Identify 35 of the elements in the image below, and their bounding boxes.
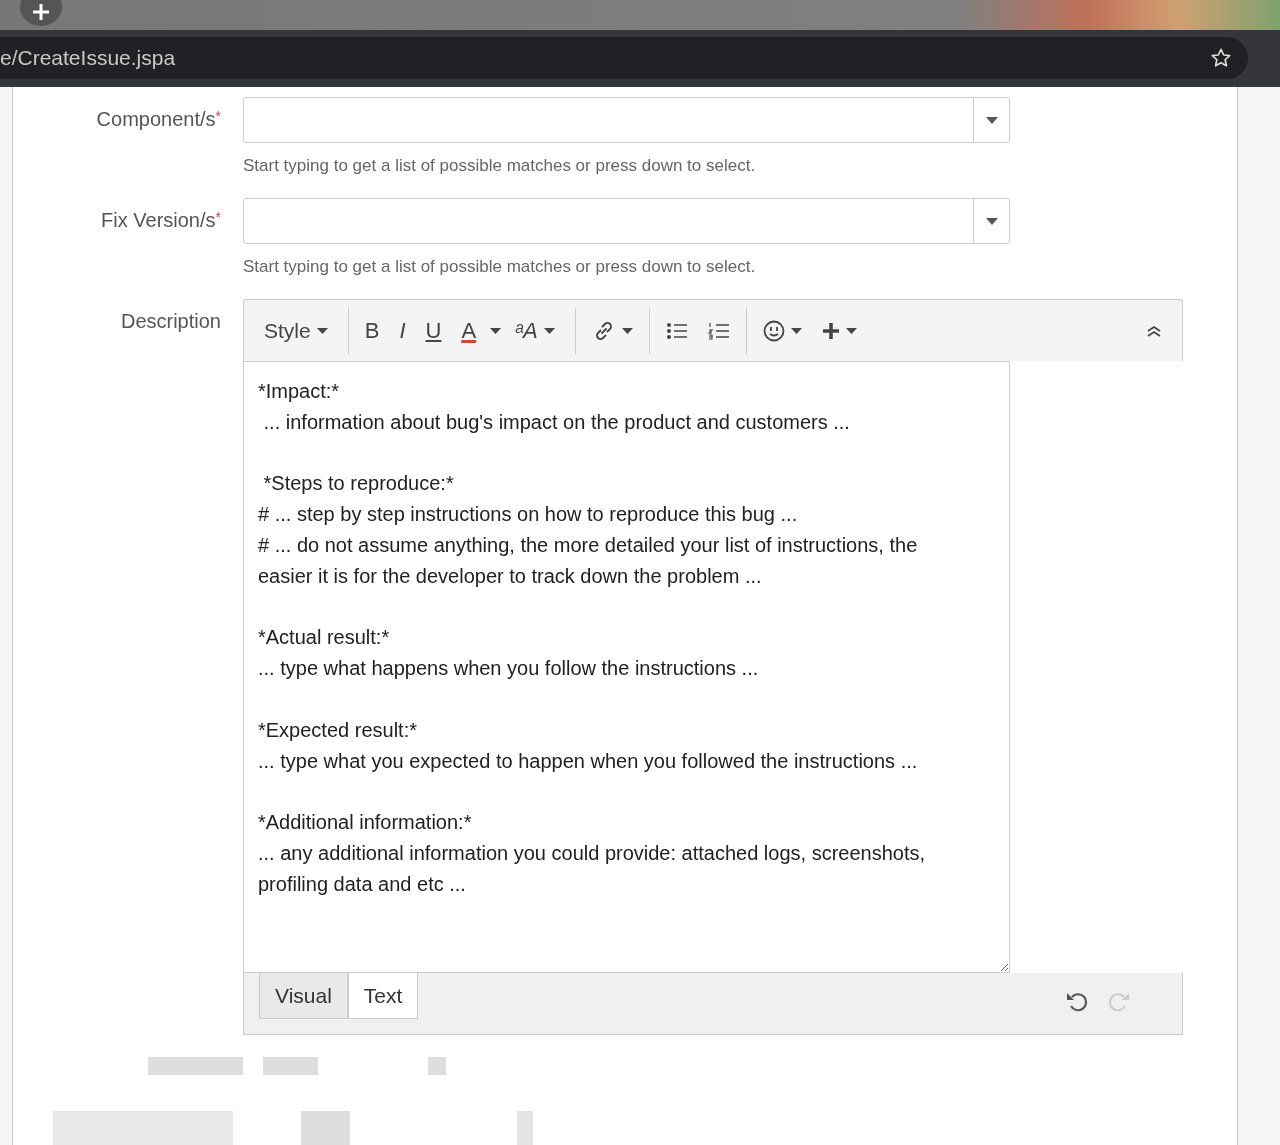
- bullet-list-icon: [665, 321, 688, 340]
- plus-icon: [31, 2, 51, 22]
- required-asterisk: *: [215, 209, 221, 225]
- text-size-dropdown[interactable]: ᵃA: [505, 310, 565, 351]
- plus-icon: [821, 321, 840, 340]
- caret-icon: [316, 327, 328, 334]
- italic-button[interactable]: I: [389, 310, 416, 351]
- url-text: e/CreateIssue.jspa: [0, 46, 177, 70]
- caret-icon: [790, 327, 802, 334]
- field-label: Description: [120, 310, 221, 332]
- select-field[interactable]: [243, 198, 1010, 244]
- caret-icon: [985, 116, 998, 124]
- address-bar[interactable]: e/CreateIssue.jspa: [0, 37, 1248, 79]
- field-hint: Start typing to get a list of possible matches or press down to select.: [243, 257, 757, 277]
- underline-button[interactable]: U: [415, 310, 452, 351]
- caret-icon: [985, 217, 998, 225]
- smiley-icon: [762, 319, 785, 342]
- description-field[interactable]: *Impact:* ... information about bug's impact on the product and customers ... *Steps to reproduce:* # ... step by step instructions on how to reproduce this bug ... # ... do not assume anything, the more detailed your list of instructions, the easier it is for the developer to track down the problem ... *Actual result:* ... type what happens when you follow the instructions ... *Expected result:* ... type what you expected to happen when you followed the instructions ... *Additional information:* ... any additional information you could provide: attached logs, screenshots, profiling data and etc ...: [243, 361, 1010, 973]
- required-asterisk: *: [215, 108, 221, 124]
- text-color-button[interactable]: A: [451, 310, 487, 351]
- mode-tab[interactable]: Visual: [259, 973, 348, 1019]
- bold-button[interactable]: B: [354, 310, 390, 351]
- field-label: Fix Version/s: [101, 209, 216, 231]
- caret-icon: [621, 327, 633, 334]
- caret-icon: [490, 327, 502, 334]
- field-label: Component/s: [96, 108, 216, 130]
- bookmark-star-icon[interactable]: [1210, 47, 1232, 69]
- double-chevron-up-icon: [1146, 324, 1162, 337]
- caret-icon: [543, 327, 555, 334]
- numbered-list-icon: [707, 321, 730, 340]
- style-dropdown[interactable]: Style: [254, 310, 338, 351]
- field-hint: Start typing to get a list of possible matches or press down to select.: [243, 156, 757, 176]
- caret-icon: [845, 327, 857, 334]
- select-field[interactable]: [243, 97, 1010, 143]
- mode-tab[interactable]: Text: [347, 973, 419, 1019]
